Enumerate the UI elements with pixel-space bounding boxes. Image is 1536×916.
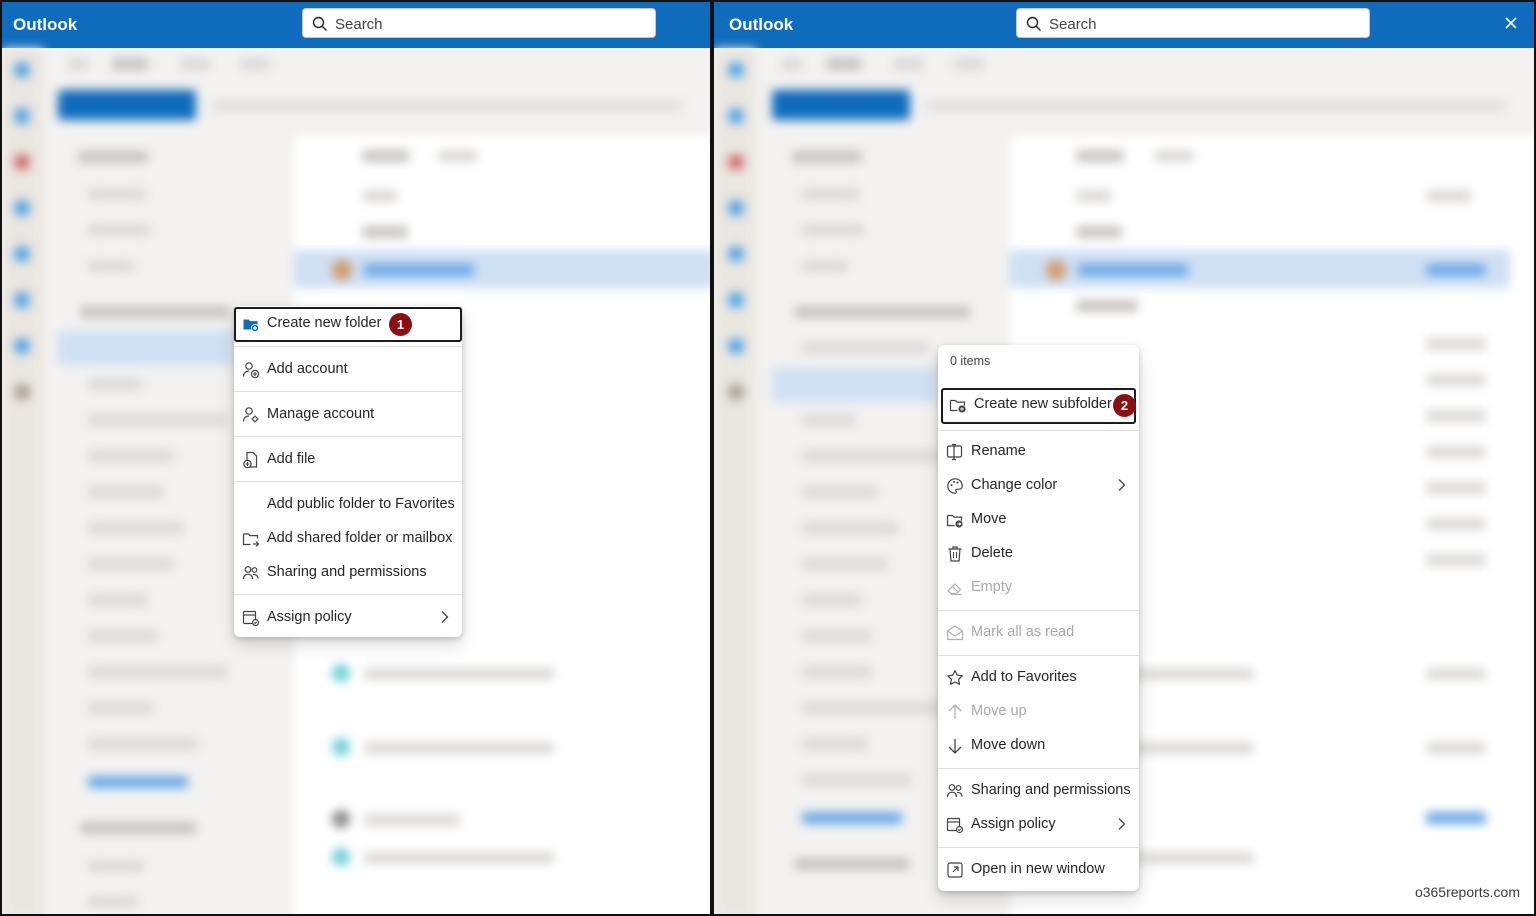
menu-separator <box>938 768 1139 769</box>
menu-separator <box>938 610 1139 611</box>
close-icon[interactable] <box>1504 16 1518 30</box>
items-count: 0 items <box>950 354 991 368</box>
menu-item-label: Add account <box>267 361 348 377</box>
menu-item-manage-account[interactable]: Manage account <box>234 398 462 432</box>
folder-link-icon <box>242 533 260 547</box>
search-icon <box>312 16 327 31</box>
menu-item-label: Sharing and permissions <box>267 564 427 580</box>
menu-item-label: Add to Favorites <box>971 669 1077 685</box>
menu-item-label: Create new folder <box>267 315 382 331</box>
menu-item-add-file[interactable]: Add file <box>234 443 462 477</box>
menu-item-label: Move up <box>971 703 1027 719</box>
menu-item-add-account[interactable]: Add account <box>234 353 462 387</box>
open-window-icon <box>947 862 963 878</box>
menu-item-label: Open in new window <box>971 861 1105 877</box>
menu-item-add-shared-folder[interactable]: Add shared folder or mailbox <box>234 522 462 556</box>
arrow-down-icon <box>948 739 962 754</box>
search-input[interactable] <box>1047 13 1351 35</box>
menu-item-label: Add public folder to Favorites <box>267 496 455 512</box>
title-bar: Outlook <box>714 2 1534 48</box>
step-badge: 2 <box>1113 394 1136 417</box>
folder-context-menu: 0 items Create new subfolder 2 Rename Ch… <box>938 345 1139 891</box>
left-outlook-window: Outlook Search Create new folder 1 Add a… <box>0 0 712 916</box>
trash-icon <box>948 546 962 562</box>
people-icon <box>946 784 963 798</box>
search-input[interactable] <box>333 13 637 35</box>
menu-item-sharing-permissions[interactable]: Sharing and permissions <box>234 556 462 590</box>
menu-item-label: Add file <box>267 451 316 467</box>
menu-item-label: Change color <box>971 477 1058 493</box>
watermark: o365reports.com <box>1414 884 1520 900</box>
document-add-icon <box>243 451 258 469</box>
menu-item-add-to-favorites[interactable]: Add to Favorites <box>938 661 1139 695</box>
eraser-icon <box>947 583 962 596</box>
chevron-right-icon <box>441 611 449 623</box>
menu-item-change-color[interactable]: Change color <box>938 469 1139 503</box>
menu-item-assign-policy[interactable]: Assign policy <box>938 808 1139 842</box>
menu-item-rename[interactable]: Rename <box>938 435 1139 469</box>
menu-item-label: Move down <box>971 737 1046 753</box>
menu-item-empty[interactable]: Empty <box>938 571 1139 605</box>
chevron-right-icon <box>1118 818 1126 830</box>
search-box[interactable] <box>302 8 656 38</box>
menu-item-assign-policy[interactable]: Assign policy <box>234 601 462 635</box>
menu-separator <box>234 594 462 595</box>
menu-item-move-down[interactable]: Move down <box>938 729 1139 763</box>
menu-item-label: Manage account <box>267 406 375 422</box>
menu-item-label: Mark all as read <box>971 624 1075 640</box>
calendar-policy-icon <box>946 817 964 834</box>
menu-item-label: Empty <box>971 579 1013 595</box>
arrow-up-icon <box>948 704 962 719</box>
calendar-policy-icon <box>242 610 260 627</box>
chevron-right-icon <box>1118 479 1126 491</box>
menu-item-add-public-folder[interactable]: Add public folder to Favorites <box>234 488 462 522</box>
folder-add-icon <box>243 319 259 332</box>
search-box[interactable] <box>1016 8 1370 38</box>
menu-item-label: Delete <box>971 545 1013 561</box>
folder-context-menu: Create new folder 1 Add account Manage a… <box>234 306 462 637</box>
right-outlook-window: Outlook Search 0 items Create new subfol… <box>712 0 1536 916</box>
person-settings-icon <box>242 407 259 423</box>
menu-separator <box>938 847 1139 848</box>
folder-add-icon <box>949 399 966 413</box>
menu-item-label: Assign policy <box>971 816 1056 832</box>
menu-item-label: Assign policy <box>267 609 352 625</box>
menu-separator <box>234 481 462 482</box>
app-title: Outlook <box>729 15 794 34</box>
app-title: Outlook <box>13 15 78 34</box>
menu-separator <box>234 346 462 347</box>
menu-item-create-new-subfolder[interactable]: Create new subfolder 2 <box>941 388 1136 424</box>
step-badge: 1 <box>389 313 412 336</box>
menu-separator <box>938 655 1139 656</box>
menu-item-create-new-folder[interactable]: Create new folder 1 <box>234 307 462 342</box>
menu-item-label: Sharing and permissions <box>971 782 1131 798</box>
menu-separator <box>234 391 462 392</box>
folder-move-icon <box>946 514 963 528</box>
menu-item-label: Add shared folder or mailbox <box>267 530 453 546</box>
star-icon <box>947 669 963 685</box>
menu-item-move[interactable]: Move <box>938 503 1139 537</box>
color-palette-icon <box>947 478 963 494</box>
menu-item-label: Move <box>971 511 1007 527</box>
people-icon <box>242 566 259 580</box>
person-add-icon <box>242 362 260 379</box>
menu-item-label: Create new subfolder <box>974 396 1112 412</box>
menu-item-move-up[interactable]: Move up <box>938 695 1139 729</box>
menu-item-delete[interactable]: Delete <box>938 537 1139 571</box>
search-icon <box>1026 16 1041 31</box>
title-bar: Outlook <box>2 2 710 48</box>
rename-icon <box>946 443 963 461</box>
menu-item-label: Rename <box>971 443 1026 459</box>
menu-item-mark-all-read[interactable]: Mark all as read <box>938 616 1139 650</box>
mail-open-icon <box>946 625 964 641</box>
menu-separator <box>234 436 462 437</box>
menu-item-sharing-permissions[interactable]: Sharing and permissions <box>938 774 1139 808</box>
menu-separator <box>938 430 1139 431</box>
menu-item-open-new-window[interactable]: Open in new window <box>938 853 1139 887</box>
